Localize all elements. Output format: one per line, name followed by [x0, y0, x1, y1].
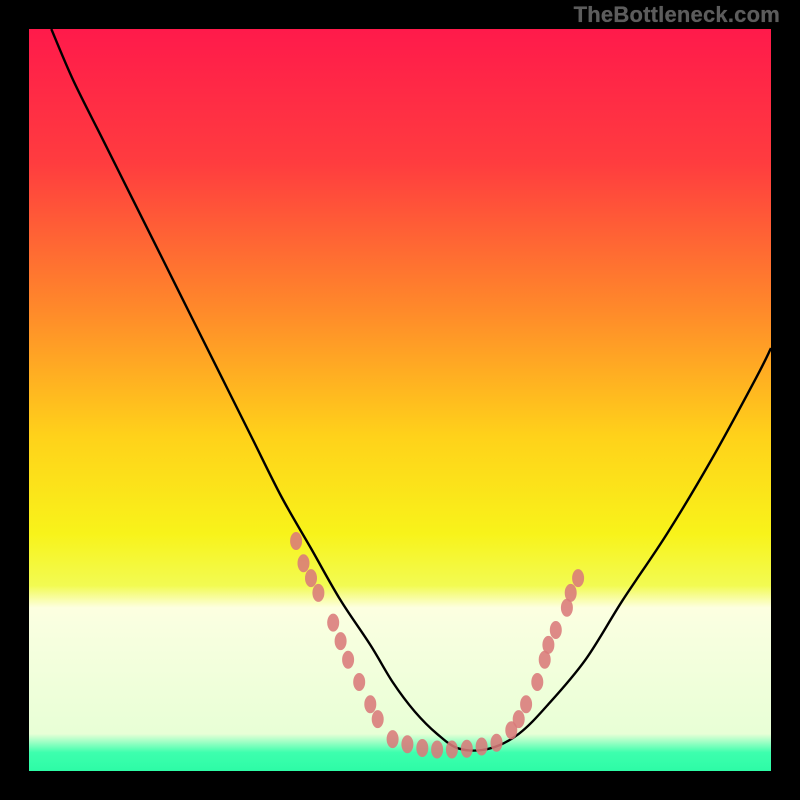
marker-dot: [572, 569, 584, 587]
marker-dot: [312, 584, 324, 602]
marker-dot: [542, 636, 554, 654]
marker-dot: [401, 735, 413, 753]
marker-dot: [342, 651, 354, 669]
marker-dot: [431, 741, 443, 759]
marker-dot: [531, 673, 543, 691]
gradient-background: [29, 29, 771, 771]
marker-dot: [353, 673, 365, 691]
marker-dot: [298, 554, 310, 572]
marker-dot: [550, 621, 562, 639]
marker-dot: [520, 695, 532, 713]
watermark-label: TheBottleneck.com: [574, 2, 780, 28]
marker-dot: [364, 695, 376, 713]
marker-dot: [416, 739, 428, 757]
marker-dot: [305, 569, 317, 587]
marker-dot: [327, 614, 339, 632]
marker-dot: [446, 741, 458, 759]
marker-dot: [476, 738, 488, 756]
marker-dot: [565, 584, 577, 602]
bottleneck-plot: [29, 29, 771, 771]
marker-dot: [461, 740, 473, 758]
marker-dot: [372, 710, 384, 728]
marker-dot: [513, 710, 525, 728]
marker-dot: [290, 532, 302, 550]
marker-dot: [491, 734, 503, 752]
marker-dot: [335, 632, 347, 650]
marker-dot: [387, 730, 399, 748]
chart-frame: [15, 15, 785, 785]
